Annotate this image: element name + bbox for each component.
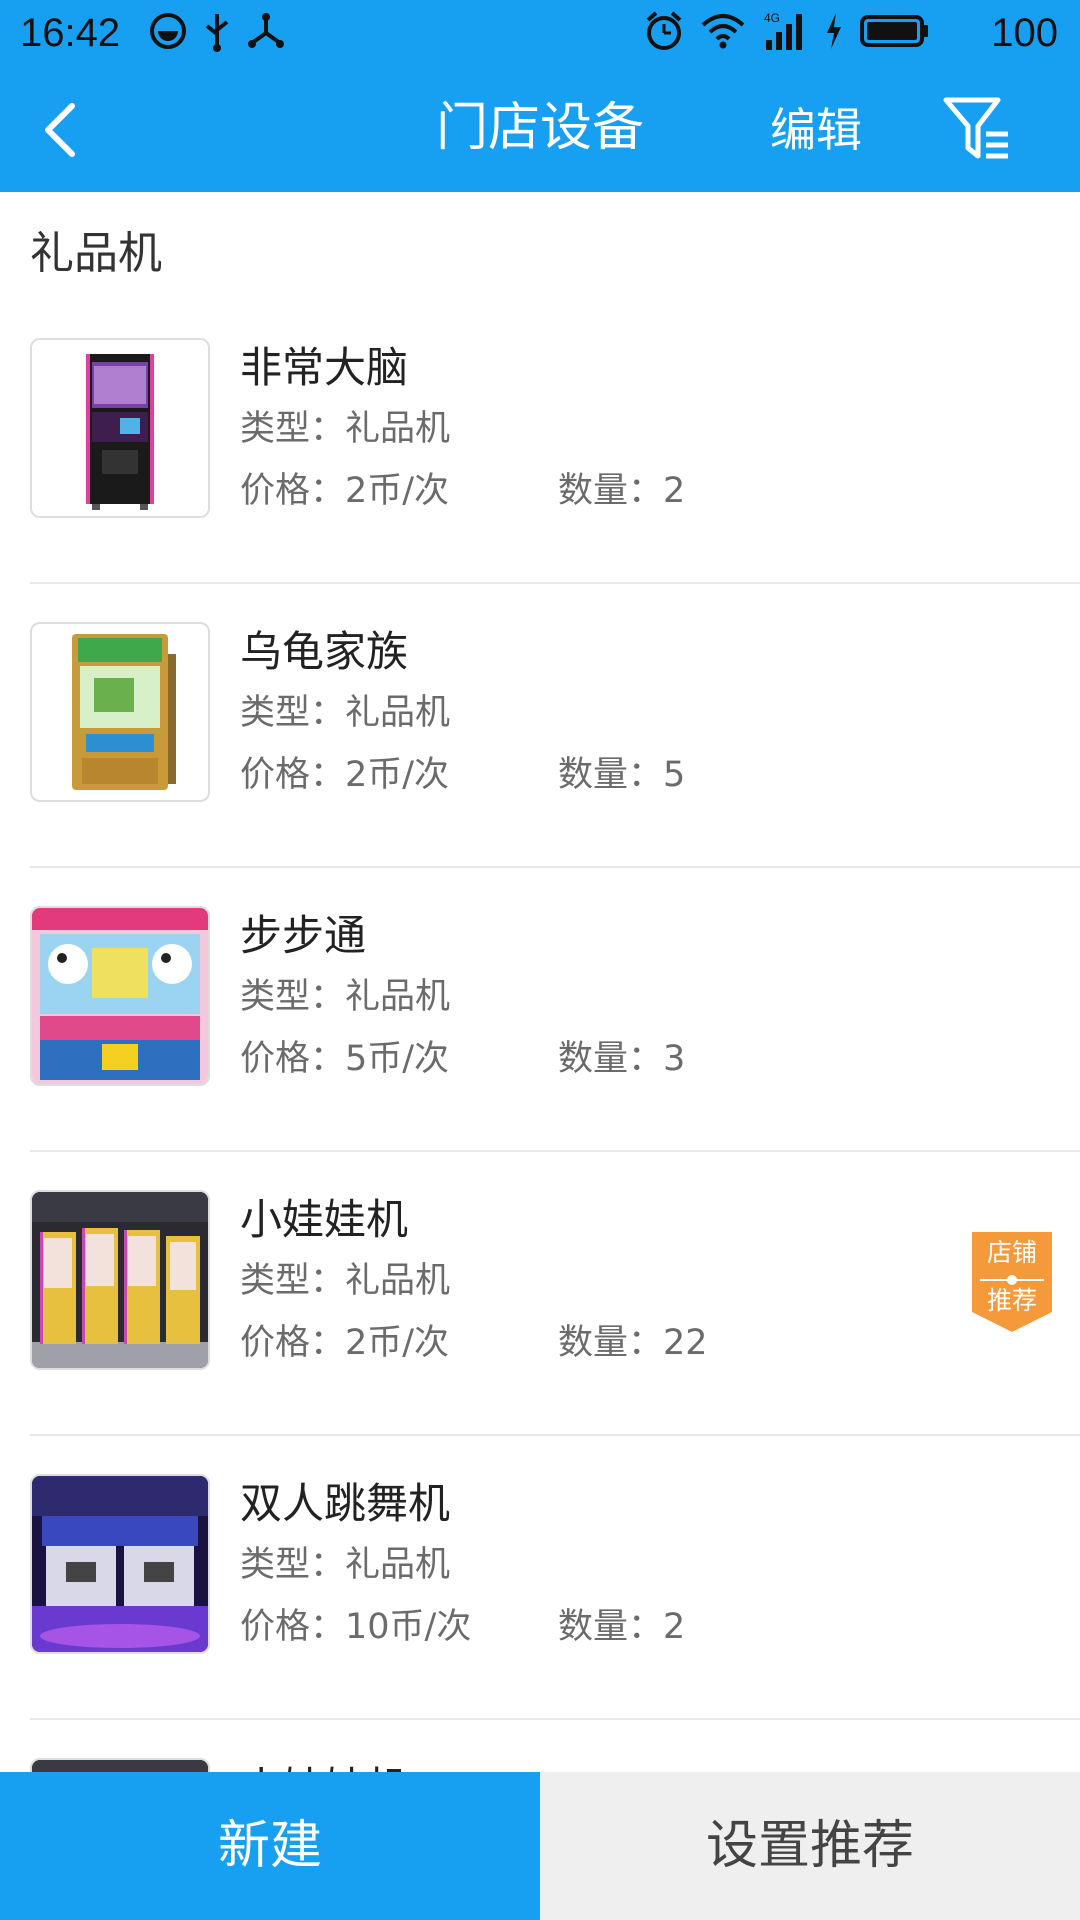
signal-icon: 4G xyxy=(762,10,808,56)
status-right-icons: 4G xyxy=(644,10,930,56)
badge-line2: 推荐 xyxy=(986,1286,1037,1315)
status-bar: 16:42 4G 100 xyxy=(0,0,1080,66)
battery-icon xyxy=(860,13,930,53)
charging-icon xyxy=(824,11,844,55)
device-name: 双人跳舞机 xyxy=(240,1479,451,1528)
section-title: 礼品机 xyxy=(30,228,162,279)
shop-recommend-badge: 店铺 推荐 xyxy=(972,1232,1052,1332)
device-quantity: 数量：3 xyxy=(558,1039,686,1079)
list-item[interactable]: 乌龟家族 类型：礼品机 价格：2币/次 数量：5 xyxy=(0,584,1080,868)
new-button[interactable]: 新建 xyxy=(0,1772,540,1920)
status-left-icons xyxy=(148,10,286,56)
device-name: 小娃娃机 xyxy=(240,1195,409,1244)
device-name: 非常大脑 xyxy=(240,343,409,392)
badge-line1: 店铺 xyxy=(986,1238,1037,1267)
svg-text:4G: 4G xyxy=(764,11,780,25)
list-item[interactable]: 小娃娃机 xyxy=(0,1720,1080,1772)
device-price: 价格：5币/次 xyxy=(240,1039,450,1079)
device-name: 步步通 xyxy=(240,911,367,960)
device-image xyxy=(30,1474,210,1654)
device-type: 类型：礼品机 xyxy=(240,977,451,1017)
list-item[interactable]: 非常大脑 类型：礼品机 价格：2币/次 数量：2 xyxy=(0,300,1080,584)
share-icon xyxy=(246,11,286,55)
smiley-icon xyxy=(148,11,188,55)
device-image xyxy=(30,622,210,802)
list-item[interactable]: 双人跳舞机 类型：礼品机 价格：10币/次 数量：2 xyxy=(0,1436,1080,1720)
device-quantity: 数量：22 xyxy=(558,1323,708,1363)
filter-button[interactable] xyxy=(940,90,1020,168)
back-button[interactable] xyxy=(30,92,110,168)
device-type: 类型：礼品机 xyxy=(240,1261,451,1301)
filter-icon xyxy=(943,97,1008,159)
device-type: 类型：礼品机 xyxy=(240,693,451,733)
set-recommend-button[interactable]: 设置推荐 xyxy=(540,1772,1080,1920)
device-price: 价格：2币/次 xyxy=(240,755,450,795)
bottom-bar: 新建 设置推荐 xyxy=(0,1772,1080,1920)
wifi-icon xyxy=(700,11,746,55)
app-bar: 门店设备 编辑 xyxy=(0,66,1080,192)
device-name: 乌龟家族 xyxy=(240,627,409,676)
status-time: 16:42 xyxy=(20,11,121,55)
device-type: 类型：礼品机 xyxy=(240,1545,451,1585)
device-image xyxy=(30,1758,210,1772)
usb-icon xyxy=(202,10,232,56)
device-quantity: 数量：2 xyxy=(558,471,686,511)
device-quantity: 数量：5 xyxy=(558,755,686,795)
battery-level: 100 xyxy=(991,11,1058,55)
alarm-icon xyxy=(644,10,684,56)
device-list: 非常大脑 类型：礼品机 价格：2币/次 数量：2 乌龟家族 类型：礼品机 价格：… xyxy=(0,300,1080,1772)
list-item[interactable]: 小娃娃机 类型：礼品机 价格：2币/次 数量：22 店铺 推荐 xyxy=(0,1152,1080,1436)
device-image xyxy=(30,906,210,1086)
device-image xyxy=(30,1190,210,1370)
device-name: 小娃娃机 xyxy=(240,1758,408,1772)
device-price: 价格：10币/次 xyxy=(240,1607,472,1647)
back-arrow-icon xyxy=(45,103,75,157)
list-item[interactable]: 步步通 类型：礼品机 价格：5币/次 数量：3 xyxy=(0,868,1080,1152)
device-quantity: 数量：2 xyxy=(558,1607,686,1647)
device-image xyxy=(30,338,210,518)
device-type: 类型：礼品机 xyxy=(240,409,451,449)
device-price: 价格：2币/次 xyxy=(240,471,450,511)
page-title: 门店设备 xyxy=(435,98,644,158)
screen: 16:42 4G 100 门店设备 编辑 礼品机 非常大脑 类型：礼品机 价格：… xyxy=(0,0,1080,1920)
edit-button[interactable]: 编辑 xyxy=(770,98,862,162)
device-price: 价格：2币/次 xyxy=(240,1323,450,1363)
